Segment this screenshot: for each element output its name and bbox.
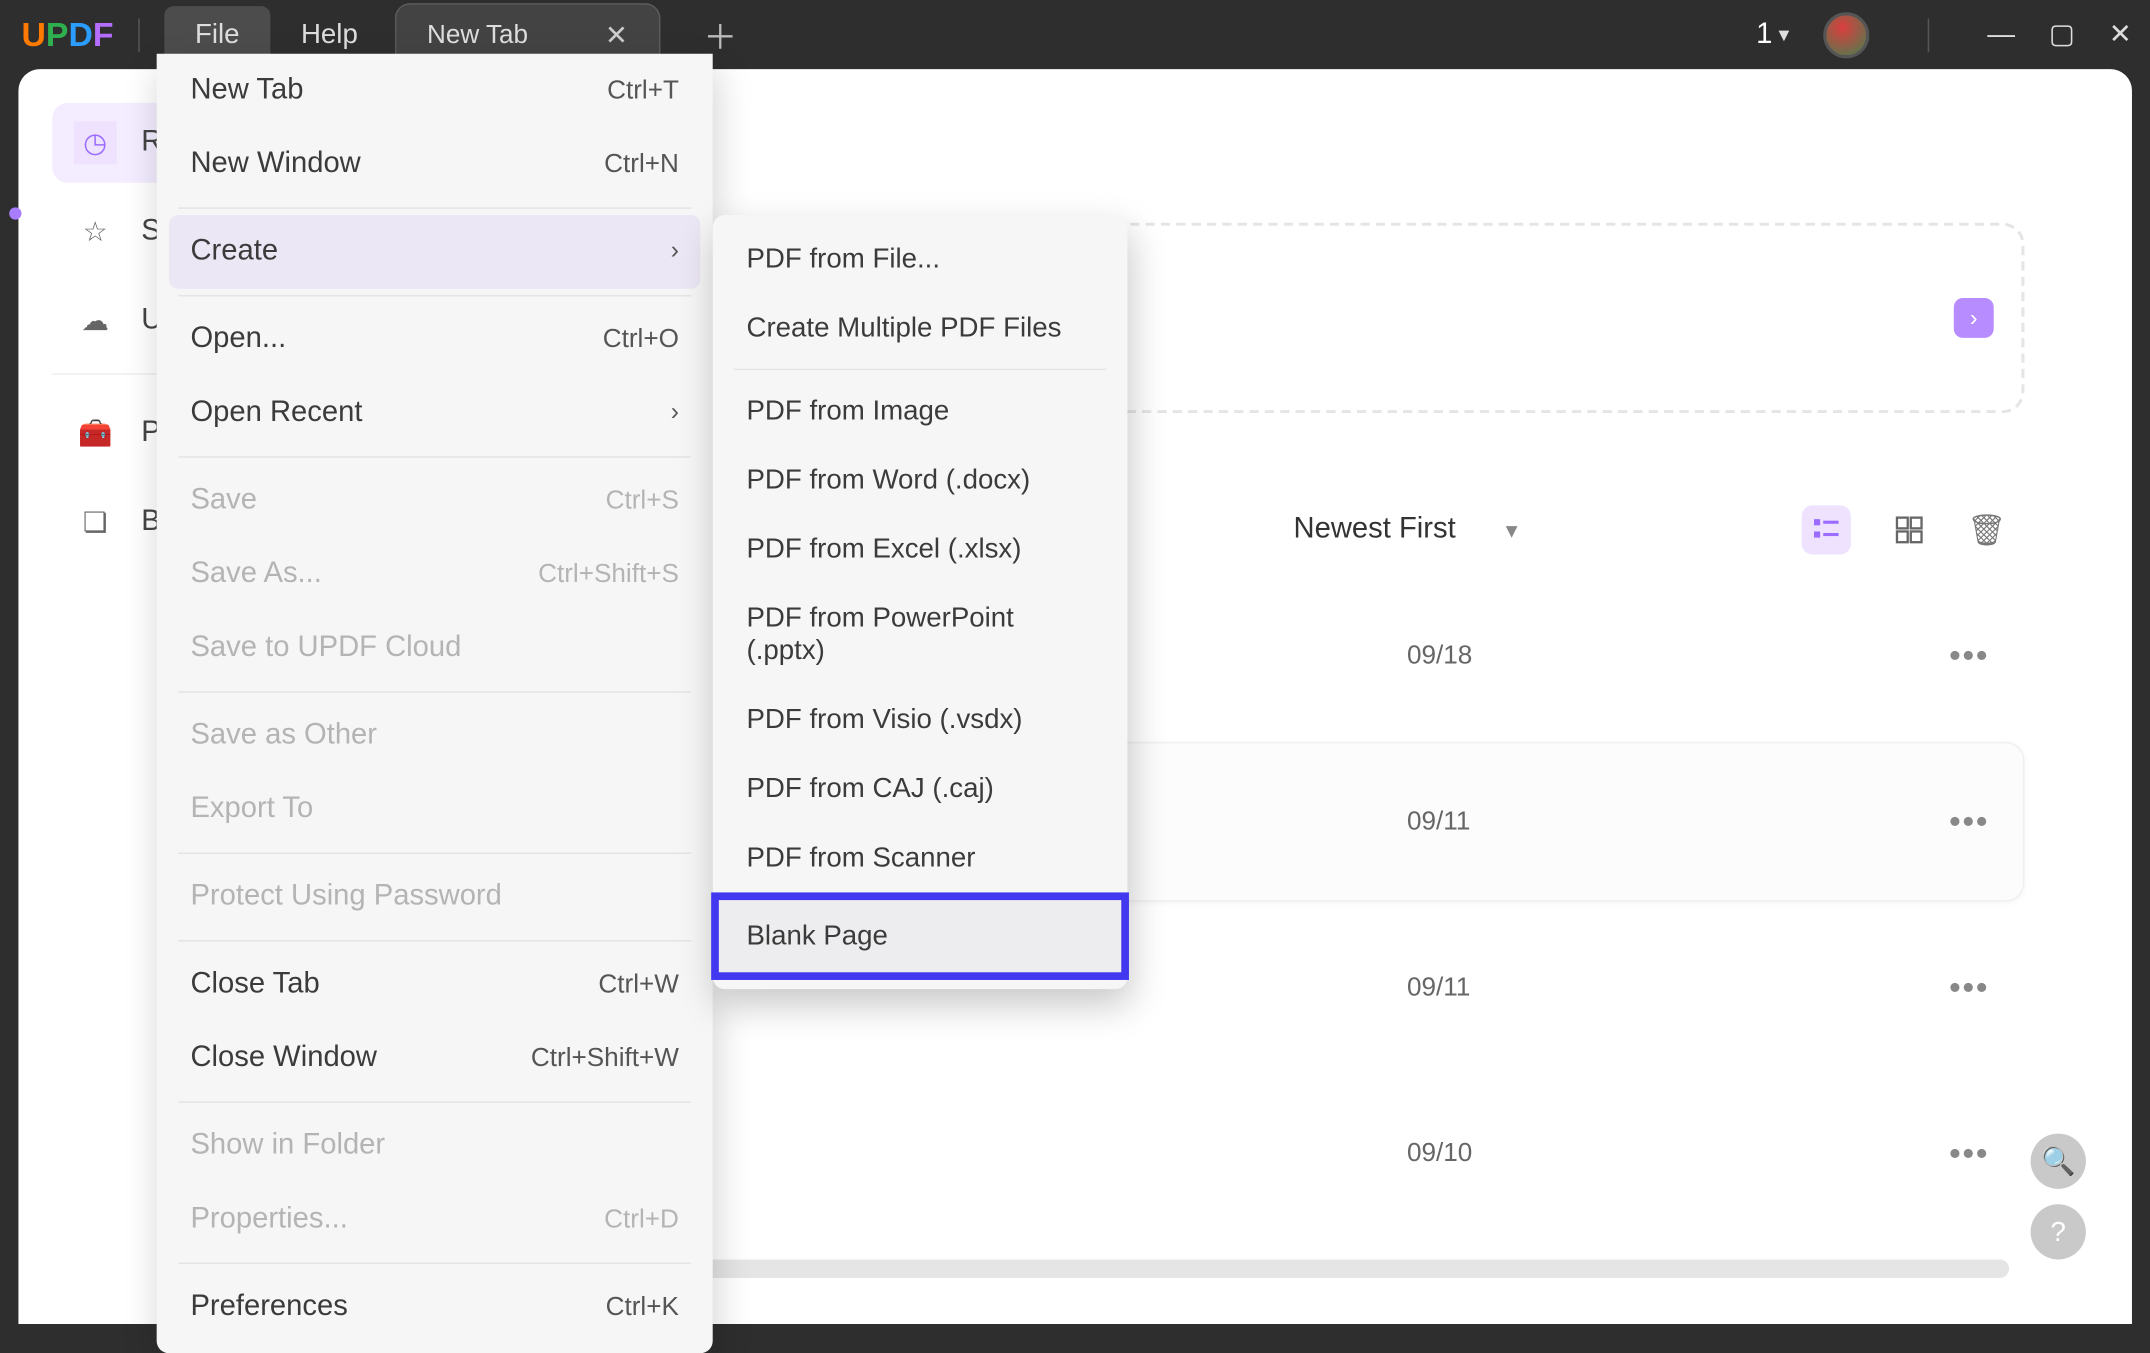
menu-separator [178, 1101, 691, 1103]
submenu-item-pdf-from-visio-vsdx[interactable]: PDF from Visio (.vsdx) [713, 685, 1128, 754]
menu-item-preferences[interactable]: Preferences Ctrl+K [157, 1270, 713, 1344]
chevron-down-icon: ▾ [1778, 22, 1789, 48]
list-view-icon[interactable] [1801, 505, 1850, 554]
menu-separator [178, 1263, 691, 1265]
menu-item-create[interactable]: Create › [169, 215, 700, 289]
menu-shortcut: Ctrl+O [603, 324, 679, 355]
file-date: 09/11 [1407, 972, 1470, 1003]
close-window-icon[interactable]: ✕ [2109, 18, 2132, 50]
chevron-right-icon[interactable]: › [1954, 298, 1994, 338]
grid-view-icon[interactable] [1884, 505, 1933, 554]
stack-icon: ❏ [74, 501, 117, 544]
menu-item-close-window[interactable]: Close Window Ctrl+Shift+W [157, 1021, 713, 1095]
menu-item-label: New Tab [190, 74, 303, 108]
menu-item-label: Save As... [190, 558, 321, 592]
menu-item-open[interactable]: Open... Ctrl+O [157, 303, 713, 377]
menu-shortcut: Ctrl+D [604, 1204, 679, 1235]
menu-separator [178, 691, 691, 693]
submenu-item-pdf-from-file[interactable]: PDF from File... [713, 224, 1128, 293]
sort-dropdown[interactable]: Newest First ▼ [1294, 513, 1522, 547]
more-icon[interactable]: ••• [1949, 968, 1989, 1008]
menu-shortcut: Ctrl+K [606, 1292, 679, 1323]
menu-item-label: Close Window [190, 1041, 377, 1075]
file-menu: New TabCtrl+TNew WindowCtrl+NCreate›Open… [157, 54, 713, 1353]
menu-item-label: Save to UPDF Cloud [190, 631, 461, 665]
app-logo: UPDF [22, 15, 114, 55]
more-icon[interactable]: ••• [1949, 802, 1989, 842]
submenu-item-pdf-from-word-docx[interactable]: PDF from Word (.docx) [713, 445, 1128, 514]
chevron-right-icon: › [671, 399, 679, 427]
menu-item-label: New Window [190, 147, 360, 181]
help-fab-icon[interactable]: ? [2031, 1204, 2086, 1259]
menu-item-export-to: Export To [157, 773, 713, 847]
menu-shortcut: Ctrl+N [604, 149, 679, 180]
submenu-item-pdf-from-scanner[interactable]: PDF from Scanner [713, 823, 1128, 892]
create-submenu: PDF from File...Create Multiple PDF File… [713, 215, 1128, 989]
menu-item-save-as: Save As... Ctrl+Shift+S [157, 538, 713, 612]
submenu-item-create-multiple-pdf-files[interactable]: Create Multiple PDF Files [713, 293, 1128, 362]
caret-down-icon: ▼ [1502, 518, 1522, 541]
menu-item-label: Show in Folder [190, 1129, 385, 1163]
bookmark-dot [9, 207, 21, 219]
menu-item-new-window[interactable]: New Window Ctrl+N [157, 127, 713, 201]
menu-shortcut: Ctrl+Shift+W [531, 1043, 679, 1074]
minimize-icon[interactable]: — [1987, 18, 2015, 50]
menu-item-new-tab[interactable]: New Tab Ctrl+T [157, 54, 713, 128]
menu-item-show-in-folder: Show in Folder [157, 1109, 713, 1183]
submenu-item-pdf-from-image[interactable]: PDF from Image [713, 376, 1128, 445]
chevron-right-icon: › [671, 238, 679, 266]
submenu-item-pdf-from-caj-caj[interactable]: PDF from CAJ (.caj) [713, 754, 1128, 823]
menu-item-label: Save as Other [190, 719, 377, 753]
menu-shortcut: Ctrl+Shift+S [538, 559, 679, 590]
menu-separator [178, 207, 691, 209]
menu-item-label: Properties... [190, 1203, 347, 1237]
menu-item-save-to-updf-cloud: Save to UPDF Cloud [157, 611, 713, 685]
clock-icon: ◷ [74, 121, 117, 164]
submenu-item-pdf-from-excel-xlsx[interactable]: PDF from Excel (.xlsx) [713, 515, 1128, 584]
menu-item-save: Save Ctrl+S [157, 464, 713, 538]
menu-item-label: Open... [190, 323, 286, 357]
menu-shortcut: Ctrl+S [606, 485, 679, 516]
trash-icon[interactable]: 🗑 [1967, 511, 2006, 549]
separator [138, 18, 140, 52]
file-date: 09/18 [1407, 641, 1472, 672]
menu-separator [178, 852, 691, 854]
close-icon[interactable]: ✕ [605, 19, 628, 51]
menu-item-label: Save [190, 484, 257, 518]
star-icon: ☆ [74, 210, 117, 253]
menu-item-save-as-other: Save as Other [157, 699, 713, 773]
cloud-icon: ☁ [74, 300, 117, 343]
file-date: 09/11 [1407, 806, 1470, 837]
menu-separator [178, 295, 691, 297]
menu-item-open-recent[interactable]: Open Recent › [157, 376, 713, 450]
menu-separator [178, 940, 691, 942]
menu-shortcut: Ctrl+W [598, 969, 679, 1000]
toolbox-icon: 🧰 [74, 412, 117, 455]
menu-item-protect-using-password: Protect Using Password [157, 860, 713, 934]
file-date: 09/10 [1407, 1138, 1472, 1169]
avatar[interactable] [1823, 12, 1869, 58]
search-fab-icon[interactable]: 🔍 [2031, 1134, 2086, 1189]
notification-count[interactable]: 1 ▾ [1756, 18, 1789, 52]
menu-item-label: Create [190, 235, 278, 269]
menu-item-label: Preferences [190, 1290, 347, 1324]
more-icon[interactable]: ••• [1949, 636, 1989, 676]
menu-item-properties: Properties... Ctrl+D [157, 1183, 713, 1257]
menu-item-close-tab[interactable]: Close Tab Ctrl+W [157, 948, 713, 1022]
more-icon[interactable]: ••• [1949, 1134, 1989, 1174]
tab-label: New Tab [427, 20, 528, 51]
submenu-item-blank-page[interactable]: Blank Page [711, 892, 1129, 980]
menu-item-label: Open Recent [190, 396, 362, 430]
menu-item-label: Export To [190, 793, 313, 827]
maximize-icon[interactable]: ▢ [2049, 18, 2075, 50]
submenu-item-pdf-from-powerpoint-pptx[interactable]: PDF from PowerPoint (.pptx) [713, 584, 1128, 685]
title-right: 1 ▾ — ▢ ✕ [1756, 12, 2132, 58]
submenu-separator [734, 369, 1106, 371]
new-tab-plus-icon[interactable]: ＋ [703, 10, 737, 59]
menu-separator [178, 456, 691, 458]
menu-item-label: Protect Using Password [190, 880, 501, 914]
menu-shortcut: Ctrl+T [607, 75, 679, 106]
separator [1928, 18, 1930, 52]
menu-item-label: Close Tab [190, 968, 319, 1002]
